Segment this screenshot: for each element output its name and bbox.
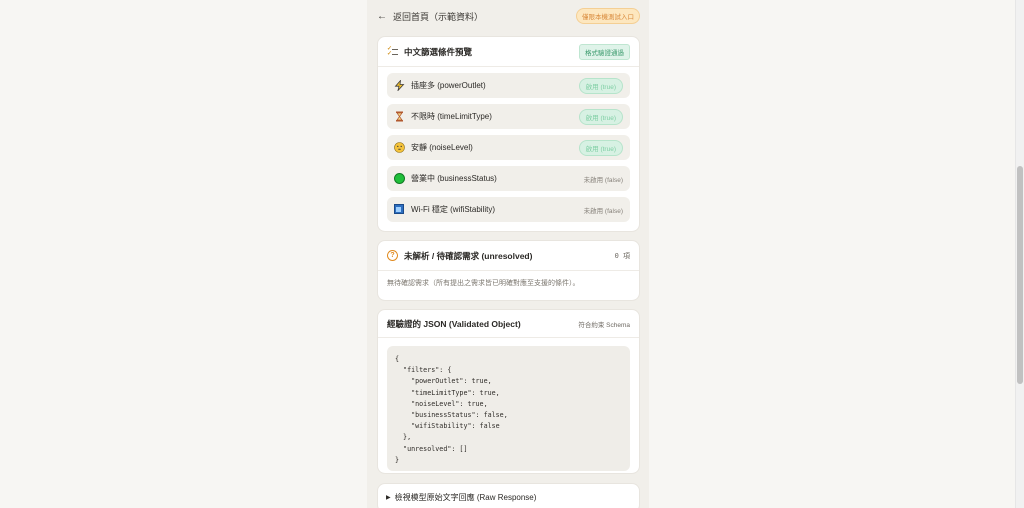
- filter-row-wifi-stability: Wi-Fi 穩定 (wifiStability) 未啟用 (false): [387, 197, 630, 222]
- json-code-block: { "filters": { "powerOutlet": true, "tim…: [387, 346, 630, 471]
- filter-label: 營業中 (businessStatus): [411, 174, 497, 183]
- filter-status: 啟用 (true): [578, 108, 623, 125]
- triangle-right-icon: ▶: [386, 494, 391, 501]
- unresolved-message: 無待確認需求（所有提出之需求皆已明確對應至支援的條件）。: [387, 280, 580, 287]
- filter-label: 安靜 (noiseLevel): [411, 143, 473, 152]
- json-title: 經驗證的 JSON (Validated Object): [387, 318, 521, 329]
- filter-status: 啟用 (true): [578, 139, 623, 156]
- top-bar: ← 返回首頁（示範資料） 僅限本機測試入口: [367, 0, 649, 32]
- local-test-badge: 僅限本機測試入口: [576, 8, 640, 24]
- unresolved-count: 0 項: [614, 251, 630, 260]
- filter-list: 插座多 (powerOutlet) 啟用 (true) 不限時 (timeLim…: [378, 67, 639, 222]
- json-card: 經驗證的 JSON (Validated Object) 符合約束 Schema…: [377, 309, 640, 474]
- filter-row-noise-level: 安靜 (noiseLevel) 啟用 (true): [387, 135, 630, 160]
- back-link[interactable]: ← 返回首頁（示範資料）: [377, 10, 483, 23]
- filter-status: 啟用 (true): [578, 77, 623, 94]
- raw-response-label: 檢視模型原始文字回應 (Raw Response): [394, 492, 537, 502]
- question-icon: ?: [387, 250, 398, 261]
- validation-badge: 格式驗證通過: [579, 43, 630, 60]
- quiet-face-icon: [394, 142, 405, 153]
- json-card-header: 經驗證的 JSON (Validated Object) 符合約束 Schema: [378, 310, 639, 338]
- green-circle-icon: [394, 173, 405, 184]
- filter-row-power-outlet: 插座多 (powerOutlet) 啟用 (true): [387, 73, 630, 98]
- unresolved-card-header: ? 未解析 / 待確認需求 (unresolved) 0 項: [378, 241, 639, 271]
- filter-status: 未啟用 (false): [583, 176, 623, 184]
- filter-label: 不限時 (timeLimitType): [411, 112, 492, 121]
- raw-response-card[interactable]: ▶ 檢視模型原始文字回應 (Raw Response): [377, 483, 640, 508]
- arrow-left-icon: ←: [377, 10, 387, 22]
- filter-label: 插座多 (powerOutlet): [411, 81, 486, 90]
- hourglass-icon: [394, 111, 405, 122]
- filter-row-business-status: 營業中 (businessStatus) 未啟用 (false): [387, 166, 630, 191]
- wifi-signal-icon: [394, 204, 405, 215]
- unresolved-title: 未解析 / 待確認需求 (unresolved): [404, 250, 533, 261]
- checklist-icon: ✓ ✓: [387, 46, 398, 57]
- filter-label: Wi-Fi 穩定 (wifiStability): [411, 205, 495, 214]
- raw-response-toggle[interactable]: ▶ 檢視模型原始文字回應 (Raw Response): [378, 484, 639, 508]
- filter-row-time-limit: 不限時 (timeLimitType) 啟用 (true): [387, 104, 630, 129]
- back-label: 返回首頁（示範資料）: [393, 11, 484, 22]
- scrollbar-thumb[interactable]: [1017, 166, 1023, 384]
- unresolved-card: ? 未解析 / 待確認需求 (unresolved) 0 項 無待確認需求（所有…: [377, 240, 640, 301]
- schema-note: 符合約束 Schema: [578, 321, 630, 329]
- lightning-icon: [394, 79, 405, 92]
- filter-status: 未啟用 (false): [583, 207, 623, 215]
- main-column: ← 返回首頁（示範資料） 僅限本機測試入口 ✓ ✓ 中文篩選條件預覽 格式驗證通…: [367, 0, 649, 508]
- filters-card-header: ✓ ✓ 中文篩選條件預覽 格式驗證通過: [378, 37, 639, 67]
- filters-card: ✓ ✓ 中文篩選條件預覽 格式驗證通過 插座多 (powerOutlet) 啟用…: [377, 36, 640, 232]
- filters-title: 中文篩選條件預覽: [404, 46, 473, 57]
